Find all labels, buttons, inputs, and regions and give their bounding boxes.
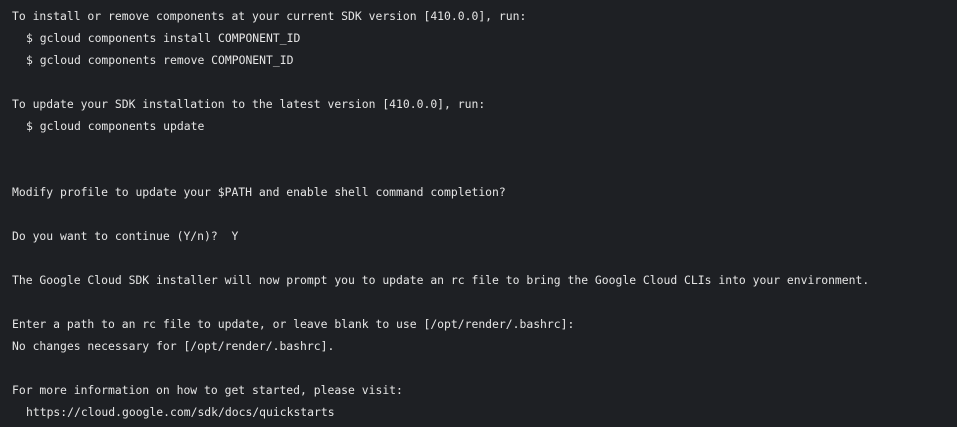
terminal-line: To install or remove components at your … — [12, 9, 527, 23]
terminal-prompt-line: Do you want to continue (Y/n)? Y — [12, 229, 239, 243]
terminal-command-line: $ gcloud components remove COMPONENT_ID — [26, 53, 294, 67]
terminal-line: Modify profile to update your $PATH and … — [12, 185, 506, 199]
terminal-line: No changes necessary for [/opt/render/.b… — [12, 339, 335, 353]
terminal-line: The Google Cloud SDK installer will now … — [12, 273, 870, 287]
terminal-line: To update your SDK installation to the l… — [12, 97, 486, 111]
terminal-command-line: $ gcloud components install COMPONENT_ID — [26, 31, 301, 45]
terminal-output: To install or remove components at your … — [0, 0, 957, 427]
terminal-line: For more information on how to get start… — [12, 383, 403, 397]
terminal-line: Enter a path to an rc file to update, or… — [12, 317, 575, 331]
terminal-command-line: $ gcloud components update — [26, 119, 205, 133]
terminal-url-line: https://cloud.google.com/sdk/docs/quicks… — [26, 405, 335, 419]
